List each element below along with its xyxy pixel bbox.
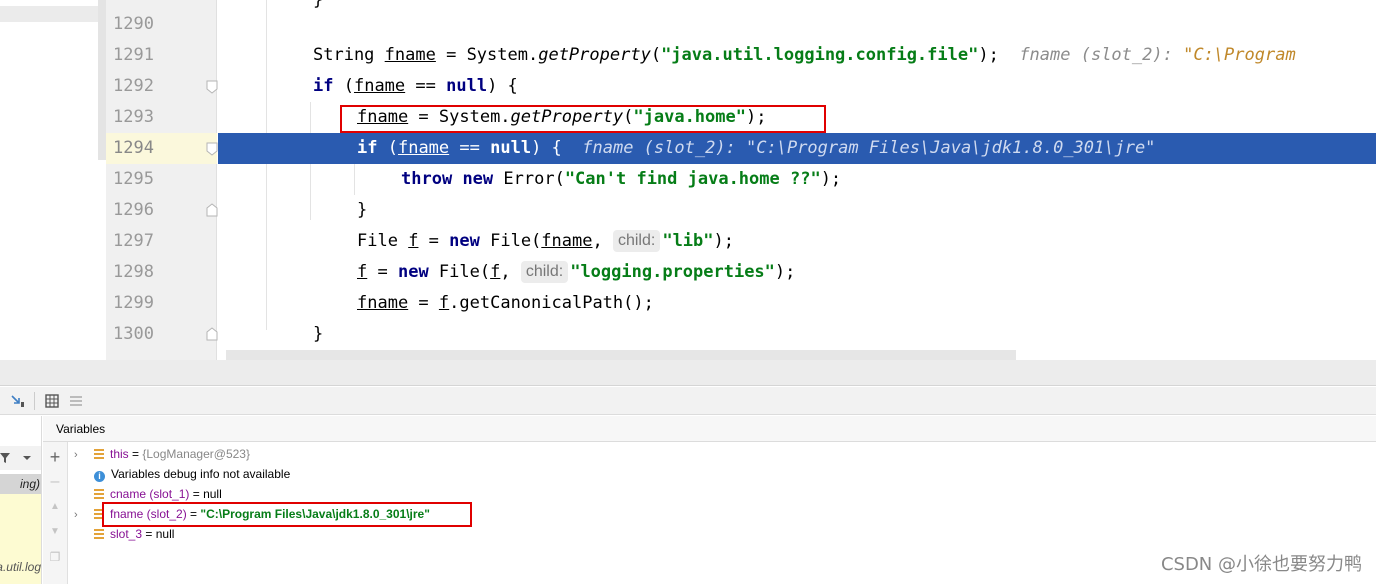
project-tree-selected-row[interactable] <box>0 6 98 22</box>
project-panel-edge <box>0 0 106 360</box>
line-number: 1293 <box>113 107 154 127</box>
code-line-1300: } <box>313 324 324 344</box>
parameter-hint: child: <box>612 230 661 252</box>
chevron-down-icon[interactable] <box>22 454 32 462</box>
copy-icon[interactable]: ❐ <box>48 550 62 564</box>
variables-tab-title: Variables <box>43 416 1376 442</box>
line-number: 1291 <box>113 45 154 65</box>
code-line-1295: throw new Error("Can't find java.home ??… <box>401 169 842 189</box>
selected-frame[interactable]: ing) <box>0 474 41 494</box>
code-area[interactable]: } String fname = System.getProperty("jav… <box>218 0 1376 360</box>
inline-debug-hint: fname (slot_2): <box>1019 45 1173 65</box>
filter-icon[interactable] <box>0 451 12 465</box>
field-icon <box>94 489 104 499</box>
code-line-1297: File f = new File(fname, child: "lib"); <box>357 230 734 252</box>
chevron-right-icon[interactable]: › <box>74 445 86 465</box>
variable-info-row: i Variables debug info not available <box>74 464 290 484</box>
inline-debug-hint: fname (slot_2): "C:\Program Files\Java\j… <box>582 138 1156 158</box>
code-line-1299: fname = f.getCanonicalPath(); <box>357 293 654 313</box>
line-number-gutter[interactable]: 1290 1291 1292 1293 1294 1295 1296 1297 … <box>106 0 217 360</box>
code-line-1292: if (fname == null) { <box>313 76 518 96</box>
add-watch-icon[interactable]: + <box>48 448 62 466</box>
move-up-icon[interactable]: ▲ <box>48 500 62 514</box>
step-into-icon[interactable] <box>10 393 26 409</box>
table-view-icon[interactable] <box>44 393 60 409</box>
code-line-1298: f = new File(f, child: "logging.propertie… <box>357 261 796 283</box>
highlight-box <box>340 105 826 133</box>
line-number: 1300 <box>113 324 154 344</box>
parameter-hint: child: <box>520 261 569 283</box>
editor-horizontal-scrollbar[interactable] <box>226 350 1016 360</box>
line-number: 1290 <box>113 14 154 34</box>
code-line-1296: } <box>357 200 368 220</box>
debug-header-bar <box>0 360 1376 386</box>
code-line-1291: String fname = System.getProperty("java.… <box>313 45 1296 65</box>
code-editor[interactable]: 1290 1291 1292 1293 1294 1295 1296 1297 … <box>0 0 1376 360</box>
variable-row-cname[interactable]: cname (slot_1) = null <box>74 484 222 504</box>
remove-watch-icon[interactable]: – <box>48 474 62 490</box>
toolbar-separator <box>34 392 35 410</box>
variables-side-toolbar: + – ▲ ▼ ❐ <box>43 442 68 584</box>
move-down-icon[interactable]: ▼ <box>48 525 62 539</box>
debug-toolbar <box>0 387 1376 415</box>
fold-close-icon[interactable] <box>206 203 218 217</box>
frames-filter-row <box>0 446 41 470</box>
frame-item[interactable]: a.util.log <box>0 560 41 574</box>
field-icon <box>94 449 104 459</box>
highlight-box <box>102 502 472 527</box>
line-number: 1299 <box>113 293 154 313</box>
variable-row-this[interactable]: › this = {LogManager@523} <box>74 444 250 464</box>
line-number: 1297 <box>113 231 154 251</box>
line-number: 1296 <box>113 200 154 220</box>
line-number: 1292 <box>113 76 154 96</box>
settings-list-icon[interactable] <box>68 393 84 409</box>
fold-close-icon[interactable] <box>206 327 218 341</box>
line-number: 1295 <box>113 169 154 189</box>
current-line-number: 1294 <box>106 133 217 164</box>
execution-line-1294: if (fname == null) { fname (slot_2): "C:… <box>218 133 1376 164</box>
fold-open-icon[interactable] <box>206 142 218 156</box>
field-icon <box>94 529 104 539</box>
fold-open-icon[interactable] <box>206 80 218 94</box>
code-line-1289: } <box>313 0 324 10</box>
line-number: 1298 <box>113 262 154 282</box>
variable-row-slot3[interactable]: slot_3 = null <box>74 524 174 544</box>
watermark: CSDN @小徐也要努力鸭 <box>1160 554 1362 575</box>
project-panel-scrollbar[interactable] <box>98 0 106 160</box>
info-icon: i <box>94 471 105 482</box>
frames-panel[interactable]: ing) a.util.log <box>0 416 42 584</box>
chevron-right-icon[interactable]: › <box>74 505 86 525</box>
inline-debug-value: "C:\Program <box>1183 45 1296 65</box>
